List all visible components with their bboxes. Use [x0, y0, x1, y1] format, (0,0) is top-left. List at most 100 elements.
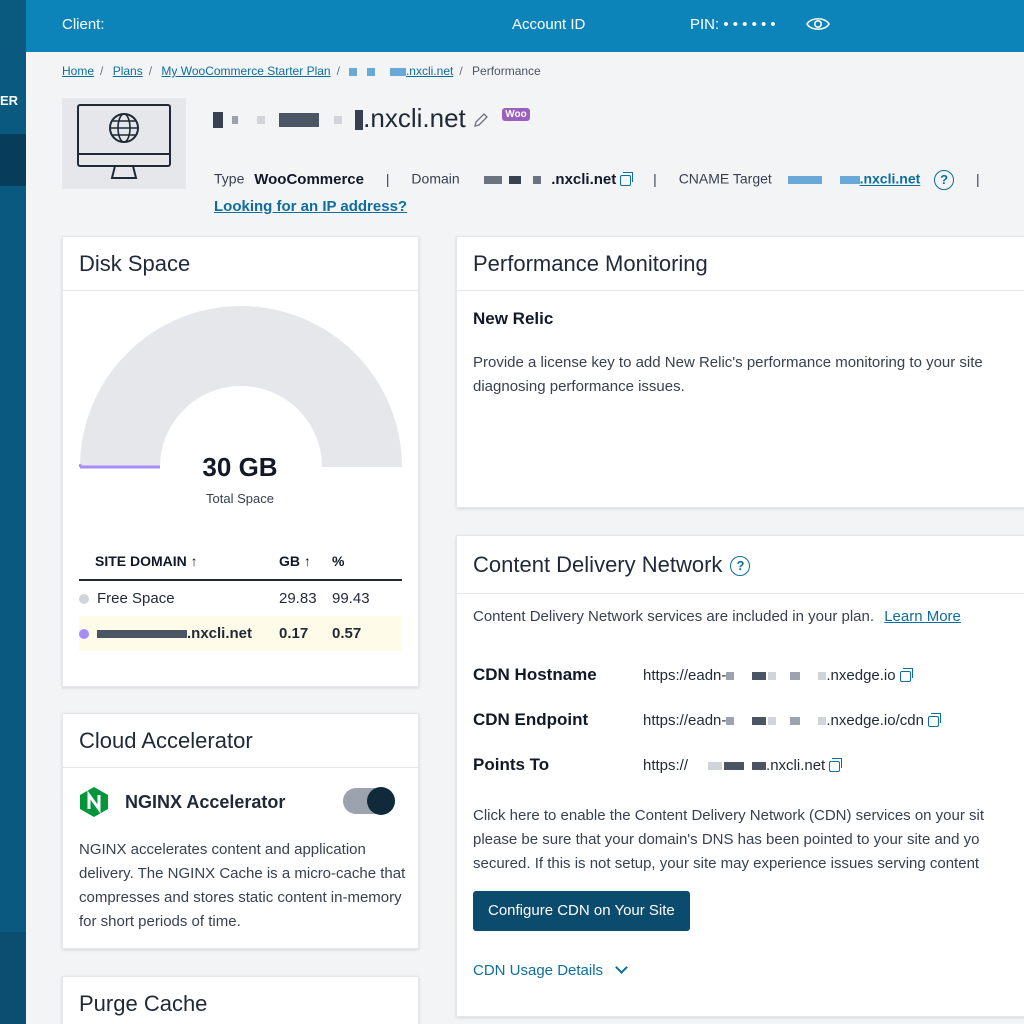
cname-value-link[interactable]: .nxcli.net — [860, 171, 921, 187]
disk-space-title: Disk Space — [63, 237, 418, 291]
site-title: .nxcli.net Woo — [213, 103, 530, 134]
row-pct: 99.43 — [332, 590, 370, 607]
learn-more-link[interactable]: Learn More — [884, 608, 961, 625]
cdn-intro-text: Content Delivery Network services are in… — [473, 608, 875, 625]
redacted-text — [333, 116, 342, 125]
redacted-text — [533, 176, 542, 184]
cdn-points-value: .nxcli.net — [766, 757, 826, 774]
ip-address-link[interactable]: Looking for an IP address? — [214, 198, 407, 215]
disk-usage-gauge — [79, 306, 402, 469]
column-gb[interactable]: GB ↑ — [279, 553, 332, 569]
row-name: .nxcli.net — [187, 625, 253, 642]
site-name: .nxcli.net — [363, 103, 466, 133]
cdn-endpoint-prefix: https://eadn- — [643, 712, 727, 729]
cloud-accelerator-title: Cloud Accelerator — [63, 714, 418, 768]
cdn-hostname-value: .nxedge.io — [826, 667, 896, 684]
new-relic-title: New Relic — [473, 309, 554, 328]
redacted-text — [787, 176, 822, 184]
cdn-hostname-row: CDN Hostname https://eadn- .nxedge.io — [473, 665, 913, 685]
redacted-text — [349, 67, 358, 76]
breadcrumb-plans[interactable]: Plans — [113, 64, 143, 78]
cdn-usage-toggle[interactable]: CDN Usage Details — [473, 961, 628, 979]
cdn-hostname-prefix: https://eadn- — [643, 667, 727, 684]
domain-label: Domain — [411, 170, 460, 187]
woocommerce-badge: Woo — [502, 108, 530, 121]
copy-icon[interactable] — [899, 667, 913, 682]
help-icon[interactable]: ? — [934, 170, 955, 190]
row-gb: 0.17 — [279, 625, 309, 642]
breadcrumb-site[interactable]: .nxcli.net — [406, 64, 453, 78]
pin-label: PIN: • • • • • • — [690, 16, 776, 33]
breadcrumb-home[interactable]: Home — [62, 64, 94, 78]
redacted-text — [232, 116, 239, 125]
copy-icon[interactable] — [829, 757, 843, 772]
copy-icon[interactable] — [620, 171, 634, 186]
total-space-label: Total Space — [206, 491, 274, 506]
cdn-points-prefix: https:// — [643, 757, 689, 774]
cdn-points-to-row: Points To https:// .nxcli.net — [473, 755, 843, 775]
cdn-note-2: please be sure that your domain's DNS ha… — [473, 831, 980, 848]
redacted-text — [97, 629, 187, 638]
redacted-text — [355, 110, 364, 131]
redacted-text — [213, 112, 223, 129]
top-bar: Client: Account ID PIN: • • • • • • — [26, 0, 1024, 52]
redacted-text — [389, 67, 406, 76]
breadcrumb-current: Performance — [472, 64, 541, 78]
cdn-note-3: secured. If this is not setup, your site… — [473, 855, 980, 872]
redacted-text — [726, 717, 735, 726]
new-relic-text-2: diagnosing performance issues. — [473, 378, 685, 395]
toggle-knob — [367, 787, 395, 815]
cdn-endpoint-value: .nxedge.io/cdn — [826, 712, 924, 729]
cdn-usage-label: CDN Usage Details — [473, 962, 604, 979]
table-header: SITE DOMAIN ↑ GB ↑ % — [79, 543, 402, 581]
redacted-text — [724, 762, 745, 771]
total-space-value: 30 GB — [202, 452, 278, 482]
new-relic-text-1: Provide a license key to add New Relic's… — [473, 354, 983, 371]
cdn-card: Content Delivery Network? Content Delive… — [456, 535, 1024, 1017]
cdn-endpoint-label: CDN Endpoint — [473, 710, 589, 729]
redacted-text — [768, 672, 777, 681]
edit-pencil-icon[interactable] — [473, 112, 489, 128]
configure-cdn-button[interactable]: Configure CDN on Your Site — [473, 891, 690, 931]
purge-cache-card: Purge Cache — [62, 976, 419, 1024]
breadcrumb-plan[interactable]: My WooCommerce Starter Plan — [161, 64, 330, 78]
copy-icon[interactable] — [927, 712, 941, 727]
cdn-note: Click here to enable the Content Deliver… — [473, 804, 984, 876]
row-name: Free Space — [97, 590, 175, 607]
sidebar-item-active[interactable] — [0, 134, 26, 186]
nginx-label: NGINX Accelerator — [125, 791, 286, 812]
breadcrumb: Home / Plans / My WooCommerce Starter Plan… — [62, 64, 541, 78]
legend-dot — [79, 628, 89, 639]
cdn-hostname-label: CDN Hostname — [473, 665, 597, 684]
redacted-text — [509, 176, 522, 184]
performance-monitoring-card: Performance Monitoring New Relic Provide… — [456, 236, 1024, 508]
disk-usage-table: SITE DOMAIN ↑ GB ↑ % Free Space 29.83 99… — [79, 543, 402, 651]
nginx-description: NGINX accelerates content and applicatio… — [79, 841, 406, 930]
cdn-title: Content Delivery Network — [473, 552, 723, 577]
purge-cache-title: Purge Cache — [63, 977, 418, 1024]
redacted-text — [366, 67, 375, 76]
nginx-toggle[interactable] — [343, 787, 395, 815]
monitor-globe-icon — [77, 104, 171, 179]
sidebar-label: ER — [0, 93, 19, 108]
nginx-row: NGINX Accelerator — [79, 786, 285, 818]
client-label: Client: — [62, 16, 105, 33]
redacted-text — [752, 672, 767, 681]
column-site-domain[interactable]: SITE DOMAIN ↑ — [79, 553, 279, 569]
redacted-text — [257, 116, 266, 125]
legend-dot — [79, 593, 89, 604]
account-id-label: Account ID — [512, 16, 586, 33]
site-thumbnail — [62, 98, 186, 189]
cdn-title-row: Content Delivery Network? — [457, 536, 1024, 594]
type-value: WooCommerce — [254, 170, 364, 188]
row-pct: 0.57 — [332, 625, 362, 642]
redacted-text — [790, 717, 801, 726]
help-icon[interactable]: ? — [730, 556, 751, 577]
redacted-text — [278, 113, 319, 128]
cname-label: CNAME Target — [678, 170, 772, 187]
cdn-endpoint-row: CDN Endpoint https://eadn- .nxedge.io/cdn — [473, 710, 941, 730]
row-gb: 29.83 — [279, 590, 317, 607]
cdn-points-to-label: Points To — [473, 755, 550, 774]
nginx-logo-icon — [80, 787, 108, 817]
eye-icon[interactable] — [806, 14, 830, 34]
